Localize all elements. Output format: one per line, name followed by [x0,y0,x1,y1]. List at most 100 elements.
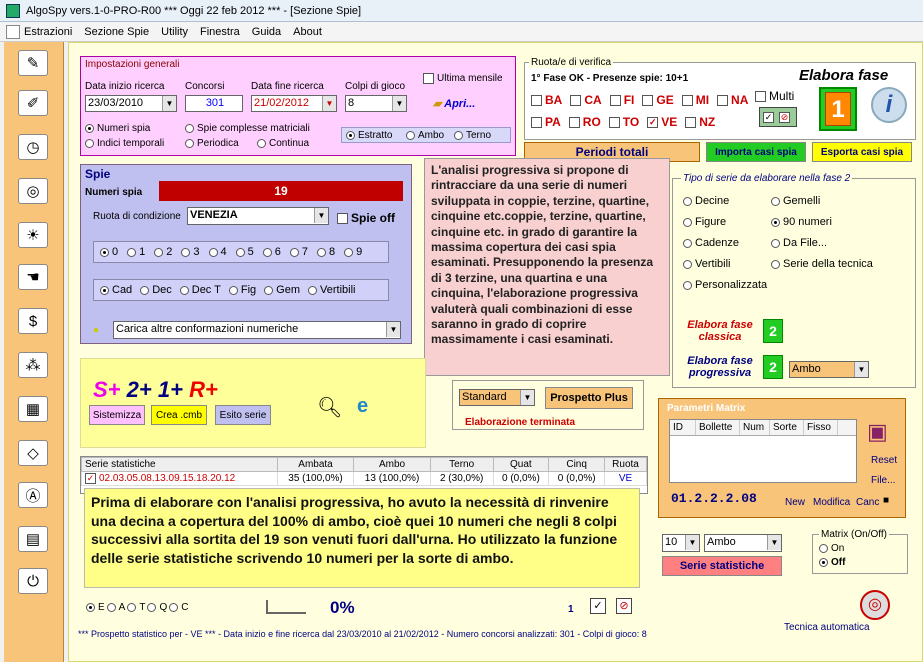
prospetto-plus-button[interactable]: Prospetto Plus [545,387,633,409]
save-icon[interactable]: ■ [883,495,889,506]
ruota-ro[interactable]: RO [568,115,601,129]
ruota-pa[interactable]: PA [531,115,561,129]
radio-indici-temporali[interactable]: Indici temporali [85,138,164,149]
sistemizza-button[interactable]: Sistemizza [89,405,145,425]
fase-2-progressiva-button[interactable]: 2 [763,355,783,379]
crea-cmb-button[interactable]: Crea .cmb [151,405,207,425]
data-inizio-select[interactable]: 23/03/2010 ▼ [85,95,177,112]
new-link[interactable]: New [785,497,805,508]
radio-continua[interactable]: Continua [257,138,309,149]
stat-header[interactable]: Ambo [353,457,431,472]
standard-select[interactable]: Standard ▼ [459,389,535,406]
radio-digit-2[interactable]: 2 [154,246,172,258]
radio-tipo-left-1[interactable]: Figure [683,216,767,228]
radio-tipo-left-0[interactable]: Decine [683,195,767,207]
search-document-icon[interactable]: 🔍︎ [317,395,342,420]
radio-tipo-left-4[interactable]: Personalizzata [683,279,767,291]
radio-mode-1[interactable]: Dec [140,284,172,296]
tree-icon[interactable]: ⁂ [18,352,48,378]
hand-icon[interactable]: ☚ [18,264,48,290]
row-checkbox[interactable]: ✓ [85,473,96,484]
radio-on[interactable]: On [819,543,844,554]
menu-utility[interactable]: Utility [161,26,188,38]
radio-digit-5[interactable]: 5 [235,246,254,258]
radio-tipo-left-3[interactable]: Vertibili [683,258,767,270]
stat-header[interactable]: Serie statistiche [81,457,278,472]
radio-terno[interactable]: Terno [454,130,491,141]
stat-header[interactable]: Quat [492,457,550,472]
radio-tipo-right-3[interactable]: Serie della tecnica [771,258,873,270]
canc-link[interactable]: Canc [856,497,879,508]
menu-sezione-spie[interactable]: Sezione Spie [84,26,149,38]
ruota-ve[interactable]: ✓ VE [647,115,677,129]
radio-digit-8[interactable]: 8 [317,246,335,258]
radio-bottom-e[interactable]: E [86,602,105,613]
ruota-mi[interactable]: MI [681,93,709,107]
edit-icon[interactable]: ✐ [18,90,48,116]
radio-bottom-c[interactable]: C [169,602,188,613]
ruota-to[interactable]: TO [608,115,639,129]
shape-icon[interactable]: ◇ [18,440,48,466]
radio-digit-3[interactable]: 3 [181,246,200,258]
matrix-col-header[interactable]: Fisso [804,420,838,435]
browser-icon[interactable]: e [357,395,368,418]
cancel-icon[interactable]: ⊘ [779,111,790,123]
radio-mode-3[interactable]: Fig [228,284,256,296]
menu-about[interactable]: About [293,26,322,38]
stat-header[interactable]: Cinq [548,457,606,472]
matrix-col-header[interactable]: Sorte [770,420,804,435]
reset-link[interactable]: Reset [871,455,897,466]
radio-mode-2[interactable]: Dec T [179,284,221,296]
radio-mode-0[interactable]: Cad [100,284,132,296]
menu-estrazioni[interactable]: Estrazioni [24,26,72,38]
esporta-button[interactable]: Esporta casi spia [812,142,912,162]
ultima-mensile[interactable]: Ultima mensile [423,73,503,84]
ruota-fi[interactable]: FI [609,93,634,107]
books-icon[interactable]: ▣ [867,419,888,445]
check-icon[interactable]: ✓ [763,111,774,123]
pencil-icon[interactable]: ✎ [18,50,48,76]
num-select[interactable]: 10 ▼ [662,534,700,552]
info-icon[interactable]: i [871,87,907,123]
ruota-na[interactable]: NA [717,93,748,107]
radio-digit-9[interactable]: 9 [344,246,362,258]
esito-serie-button[interactable]: Esito serie [215,405,271,425]
sorte-select[interactable]: Ambo ▼ [704,534,782,552]
file-link[interactable]: File... [871,475,895,486]
book-icon[interactable]: ▤ [18,526,48,552]
ruota-select[interactable]: VENEZIA ▼ [187,207,329,225]
spie-off-checkbox[interactable]: Spie off [337,211,395,225]
ruota-nz[interactable]: NZ [685,115,715,129]
numeri-spia-value[interactable]: 19 [159,181,403,201]
radio-digit-7[interactable]: 7 [289,246,308,258]
target-icon[interactable]: ◎ [860,590,890,620]
concorsi-input[interactable]: 301 [185,95,243,112]
radio-tipo-left-2[interactable]: Cadenze [683,237,767,249]
radio-off[interactable]: Off [819,557,845,568]
matrix-table[interactable]: ID Bollette Num Sorte Fisso [669,419,857,483]
carica-select[interactable]: Carica altre conformazioni numeriche ▼ [113,321,401,339]
radio-periodica[interactable]: Periodica [185,138,239,149]
grid-icon[interactable]: ▦ [18,396,48,422]
stat-header[interactable]: Ruota [604,457,647,472]
radio-numeri-spia[interactable]: Numeri spia [85,123,150,134]
progress-slider[interactable] [266,600,306,614]
serie-statistiche-button[interactable]: Serie statistiche [662,556,782,576]
stat-header[interactable]: Terno [429,457,494,472]
cancel-icon[interactable]: ⊘ [616,598,632,614]
radio-bottom-t[interactable]: T [127,602,145,613]
dollar-icon[interactable]: $ [18,308,48,334]
power-icon[interactable]: ⏻ [18,568,48,594]
radio-digit-0[interactable]: 0 [100,246,118,258]
bulb-icon[interactable]: ☀ [18,222,48,248]
ruota-ba[interactable]: BA [531,93,562,107]
check-icon[interactable]: ✓ [590,598,606,614]
menu-guida[interactable]: Guida [252,26,281,38]
ball-icon[interactable]: ◎ [18,178,48,204]
apri-button[interactable]: ▰ Apri... [433,97,475,110]
radio-spie-complesse[interactable]: Spie complesse matriciali [185,123,310,134]
radio-tipo-right-1[interactable]: 90 numeri [771,216,873,228]
radio-ambo[interactable]: Ambo [406,130,444,141]
matrix-col-header[interactable]: Bollette [696,420,740,435]
menu-finestra[interactable]: Finestra [200,26,240,38]
